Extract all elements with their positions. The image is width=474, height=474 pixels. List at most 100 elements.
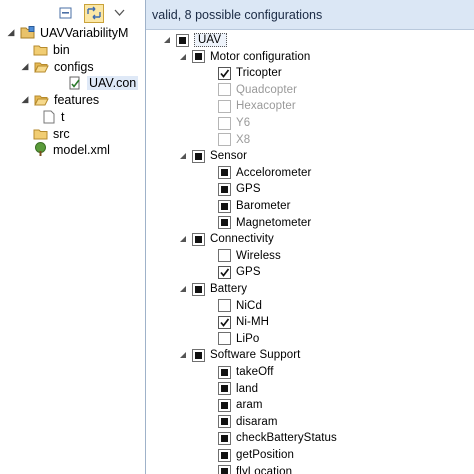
feature-group[interactable]: Motor configuration — [178, 49, 310, 65]
feature-label: land — [236, 382, 259, 395]
selected-checkbox[interactable] — [218, 216, 231, 230]
collapse-arrow-icon[interactable]: ◢ — [20, 94, 30, 105]
expand-toggle-icon[interactable] — [178, 52, 187, 61]
link-with-editor-icon[interactable] — [84, 3, 104, 23]
checked-checkbox[interactable] — [218, 315, 231, 329]
feature-option[interactable]: Tricopter — [218, 65, 282, 81]
feature-option[interactable]: Magnetometer — [218, 215, 311, 231]
selected-checkbox[interactable] — [218, 431, 231, 445]
selected-checkbox[interactable] — [218, 382, 231, 396]
tree-item-model-xml[interactable]: model.xml — [32, 141, 110, 158]
feature-option[interactable]: flyLocation — [218, 464, 292, 474]
feature-label: Ni-MH — [236, 316, 270, 329]
config-file-icon — [66, 76, 83, 90]
tree-item-configs[interactable]: ◢ configs — [20, 58, 94, 75]
selected-checkbox[interactable] — [218, 199, 231, 213]
feature-option[interactable]: disaram — [218, 414, 278, 430]
feature-option[interactable]: LiPo — [218, 331, 259, 347]
feature-label: Y6 — [236, 117, 251, 129]
expand-toggle-icon[interactable] — [162, 36, 171, 45]
feature-option[interactable]: Accelorometer — [218, 165, 311, 181]
feature-label: Accelorometer — [236, 166, 312, 179]
feature-group[interactable]: Software Support — [178, 347, 300, 363]
feature-option[interactable]: X8 — [218, 132, 250, 148]
checkbox[interactable] — [218, 332, 231, 346]
feature-label: aram — [236, 399, 263, 412]
selected-checkbox[interactable] — [218, 465, 231, 474]
checkbox — [218, 99, 231, 113]
selected-checkbox[interactable] — [218, 398, 231, 412]
view-menu-icon[interactable] — [112, 6, 126, 20]
feature-option[interactable]: Hexacopter — [218, 98, 296, 114]
selected-checkbox[interactable] — [218, 166, 231, 180]
selected-checkbox[interactable] — [176, 33, 189, 47]
selected-checkbox[interactable] — [218, 182, 231, 196]
tree-item-label: features — [54, 92, 100, 107]
tree-item-label: src — [53, 126, 70, 141]
feature-group[interactable]: Sensor — [178, 148, 247, 164]
feature-label: Barometer — [236, 200, 291, 212]
checkbox — [218, 133, 231, 147]
feature-option[interactable]: getPosition — [218, 447, 294, 463]
selected-checkbox[interactable] — [192, 348, 205, 362]
tree-item-src[interactable]: src — [32, 125, 70, 142]
checked-checkbox[interactable] — [218, 66, 231, 80]
feature-label: Connectivity — [210, 233, 274, 246]
feature-label: Tricopter — [236, 67, 282, 80]
feature-label: getPosition — [236, 449, 294, 461]
feature-option[interactable]: GPS — [218, 264, 261, 280]
collapse-arrow-icon[interactable]: ◢ — [20, 61, 30, 72]
feature-model-tree-icon — [32, 142, 49, 157]
expand-toggle-icon[interactable] — [178, 351, 187, 360]
feature-label: Motor configuration — [210, 50, 311, 63]
feature-root[interactable]: UAV — [162, 32, 228, 48]
tree-item-t[interactable]: t — [40, 108, 64, 125]
feature-group[interactable]: Connectivity — [178, 231, 274, 247]
feature-option[interactable]: GPS — [218, 181, 261, 197]
feature-label: checkBatteryStatus — [236, 432, 337, 445]
folder-icon — [32, 127, 49, 141]
selected-checkbox[interactable] — [192, 232, 205, 246]
feature-option[interactable]: NiCd — [218, 298, 262, 314]
checkbox[interactable] — [218, 249, 231, 263]
selected-checkbox[interactable] — [218, 415, 231, 429]
feature-option[interactable]: takeOff — [218, 364, 274, 380]
tree-item-project[interactable]: ◢ UAVVariabilityM — [6, 24, 129, 41]
feature-option[interactable]: aram — [218, 397, 263, 413]
feature-option[interactable]: Barometer — [218, 198, 291, 214]
selected-checkbox[interactable] — [218, 365, 231, 379]
tree-item-bin[interactable]: bin — [32, 41, 70, 58]
feature-label: Battery — [210, 283, 248, 295]
expand-toggle-icon[interactable] — [178, 152, 187, 161]
selected-checkbox[interactable] — [192, 50, 205, 64]
expand-toggle-icon[interactable] — [178, 285, 187, 294]
status-text: valid, 8 possible configurations — [152, 7, 323, 22]
checked-checkbox[interactable] — [218, 265, 231, 279]
feature-option[interactable]: Quadcopter — [218, 82, 297, 98]
feature-tree: UAV Motor configuration Tricopter Quadcopte… — [146, 30, 474, 474]
feature-group[interactable]: Battery — [178, 281, 247, 297]
feature-label: Software Support — [210, 349, 301, 362]
collapse-arrow-icon[interactable]: ◢ — [6, 27, 16, 38]
feature-label: X8 — [236, 133, 251, 146]
configuration-status: valid, 8 possible configurations — [146, 0, 474, 30]
feature-option[interactable]: checkBatteryStatus — [218, 430, 337, 446]
tree-item-uav-config[interactable]: UAV.con — [66, 74, 139, 91]
selected-checkbox[interactable] — [192, 149, 205, 163]
feature-option[interactable]: Y6 — [218, 115, 250, 131]
java-project-icon — [19, 26, 36, 40]
feature-option[interactable]: Wireless — [218, 248, 281, 264]
feature-option[interactable]: Ni-MH — [218, 314, 269, 330]
feature-label: UAV — [194, 33, 228, 47]
folder-icon — [32, 43, 49, 57]
feature-option[interactable]: land — [218, 381, 258, 397]
checkbox[interactable] — [218, 299, 231, 313]
selected-checkbox[interactable] — [192, 282, 205, 296]
collapse-all-icon[interactable] — [56, 4, 76, 23]
feature-label: Wireless — [236, 249, 281, 262]
feature-label: flyLocation — [236, 465, 293, 474]
expand-toggle-icon[interactable] — [178, 235, 187, 244]
feature-label: Hexacopter — [236, 100, 296, 113]
tree-item-features[interactable]: ◢ features — [20, 91, 100, 108]
selected-checkbox[interactable] — [218, 448, 231, 462]
